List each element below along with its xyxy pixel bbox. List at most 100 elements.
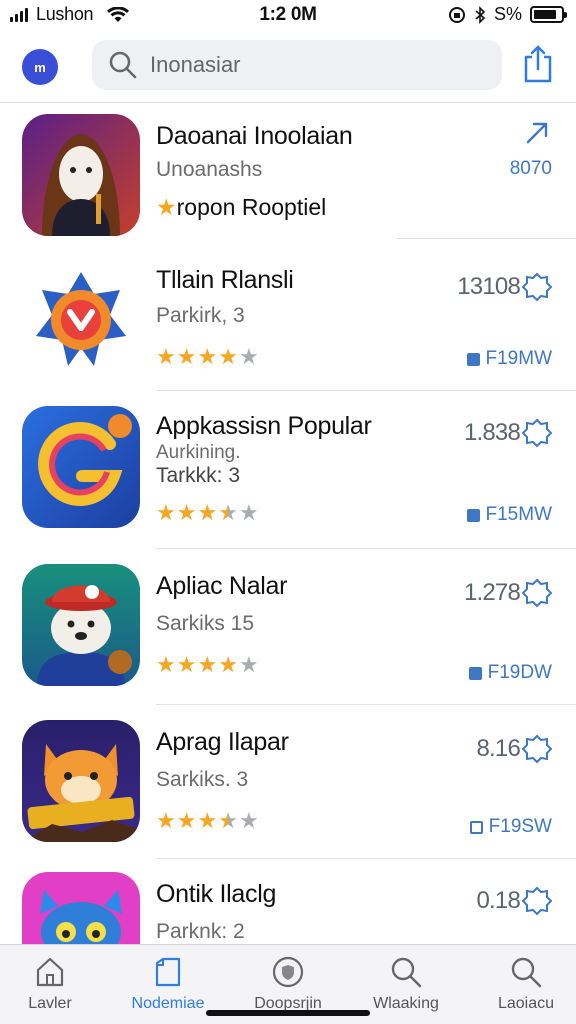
badge-icon [522, 886, 552, 916]
app-size: F19MW [466, 348, 553, 370]
list-item[interactable]: Apliac Nalar Sarkiks 15 ★ ★ ★ ★ ★ 1.278 F19D… [0, 560, 576, 705]
star-full-icon: ★ [197, 344, 218, 369]
app-size: F15MW [466, 504, 552, 526]
bluetooth-icon [475, 5, 486, 24]
list-item[interactable]: Tllain Rlansli Parkirk, 3 ★ ★ ★ ★ ★ 13108 F1… [0, 256, 576, 391]
star-full-icon: ★ [156, 652, 176, 677]
orientation-lock-icon [448, 6, 465, 23]
app-subtitle: Aurkining. [156, 442, 241, 463]
open-arrow-button[interactable] [522, 118, 552, 146]
row-divider [396, 238, 576, 239]
tab-label: Nodemiae [131, 995, 205, 1012]
price-label: 13108 [457, 273, 521, 300]
size-label: F19DW [487, 662, 552, 683]
row-divider [156, 390, 576, 391]
star-full-icon: ★ [156, 500, 176, 525]
download-size-icon [468, 666, 482, 680]
home-icon [36, 957, 64, 987]
app-name: Ontik Ilaclg [156, 880, 277, 908]
star-half-icon: ★ [218, 500, 238, 525]
bookmark-icon [155, 957, 181, 987]
share-icon [524, 45, 552, 83]
tab-label: Laoiacu [497, 995, 555, 1012]
shield-icon [272, 956, 304, 988]
sun-badge-icon [22, 260, 140, 382]
star-full-icon: ★ [218, 652, 238, 677]
app-subtitle: Sarkiks 15 [156, 612, 255, 635]
tab-label: Lavler [28, 995, 72, 1012]
list-item[interactable]: Daoanai Inoolaian Unoanashs ★ropon Roopt… [0, 104, 576, 239]
monster-character-icon [22, 872, 140, 952]
badge-icon [522, 418, 552, 448]
star-rating: ★ ★ ★ ★ ★ [156, 654, 259, 676]
letter-g-icon [22, 406, 140, 528]
list-item[interactable]: Aprag Ilapar Sarkiks. 3 ★ ★ ★ ★ ★ 8.16 F19SW [0, 716, 576, 859]
badge-icon [522, 578, 552, 608]
app-icon[interactable] [22, 720, 140, 842]
app-name: Tllain Rlansli [156, 266, 294, 294]
carrier-name: Lushon [36, 4, 94, 24]
app-icon[interactable] [22, 406, 140, 528]
app-badge-icon[interactable]: m [22, 49, 58, 85]
status-bar: Lushon 1:2 0M S% [0, 0, 576, 32]
status-left: Lushon [10, 4, 130, 25]
app-size: F19SW [469, 816, 552, 838]
app-subtitle: Parkirk, 3 [156, 304, 245, 327]
star-empty-icon: ★ [238, 808, 259, 833]
price-label: 1.278 [463, 579, 521, 606]
star-rating: ★ ★ ★ ★ ★ [156, 810, 259, 832]
search-icon [391, 957, 422, 988]
app-price: 1.278 [464, 578, 552, 608]
search-icon [109, 51, 137, 79]
list-item[interactable]: Ontik Ilaclg Parknk: 2 0.18 [0, 872, 576, 952]
app-icon[interactable] [22, 260, 140, 382]
app-price: 8.16 [476, 734, 552, 764]
star-empty-icon: ★ [238, 344, 259, 369]
app-icon[interactable] [22, 872, 140, 952]
download-size-icon [466, 508, 480, 522]
share-arrow-icon [526, 122, 548, 144]
star-full-icon: ★ [156, 808, 176, 833]
star-half-icon: ★ [218, 808, 238, 833]
app-name: Apliac Nalar [156, 572, 288, 600]
tab-laoiacu[interactable]: Laoiacu [476, 955, 576, 1013]
app-name: Daoanai Inoolaian [156, 122, 353, 150]
app-subtitle: Parknk: 2 [156, 920, 245, 943]
list-item[interactable]: Appkassisn Popular Aurkining. Tarkkk: 3 … [0, 402, 576, 549]
search-icon [511, 957, 542, 988]
home-indicator[interactable] [206, 1010, 370, 1016]
app-icon[interactable] [22, 114, 140, 236]
star-full-icon: ★ [197, 652, 218, 677]
tab-nodemiae[interactable]: Nodemiae [118, 955, 218, 1013]
wifi-icon [107, 6, 130, 22]
search-input[interactable] [150, 52, 480, 78]
app-name: Appkassisn Popular [156, 412, 372, 440]
app-price: 13108 [457, 272, 552, 302]
tab-doopsrjin[interactable]: Doopsrjin [238, 955, 338, 1013]
star-icon: ★ [156, 194, 177, 220]
badge-icon [522, 734, 552, 764]
app-name: Aprag Ilapar [156, 728, 289, 756]
search-bar[interactable] [92, 40, 502, 90]
tab-wlaaking[interactable]: Wlaaking [356, 955, 456, 1013]
app-rating-text: ★ropon Rooptiel [156, 194, 326, 221]
tab-lavler[interactable]: Lavler [0, 955, 100, 1013]
size-label: F19SW [488, 816, 552, 837]
character-icon [22, 114, 140, 236]
app-size: F19DW [468, 662, 552, 684]
star-full-icon: ★ [176, 808, 197, 833]
app-icon[interactable] [22, 564, 140, 686]
share-button[interactable] [518, 42, 558, 86]
row-divider [156, 704, 576, 705]
star-empty-icon: ★ [238, 652, 259, 677]
download-size-icon [466, 352, 480, 366]
app-price: 1.838 [464, 418, 552, 448]
star-full-icon: ★ [176, 344, 197, 369]
app-subtitle: Sarkiks. 3 [156, 768, 249, 791]
star-full-icon: ★ [197, 808, 218, 833]
size-label: F19MW [485, 348, 553, 369]
app-size: 8070 [509, 158, 552, 179]
star-empty-icon: ★ [238, 500, 259, 525]
dog-character-icon [22, 564, 140, 686]
row-divider [156, 858, 576, 859]
